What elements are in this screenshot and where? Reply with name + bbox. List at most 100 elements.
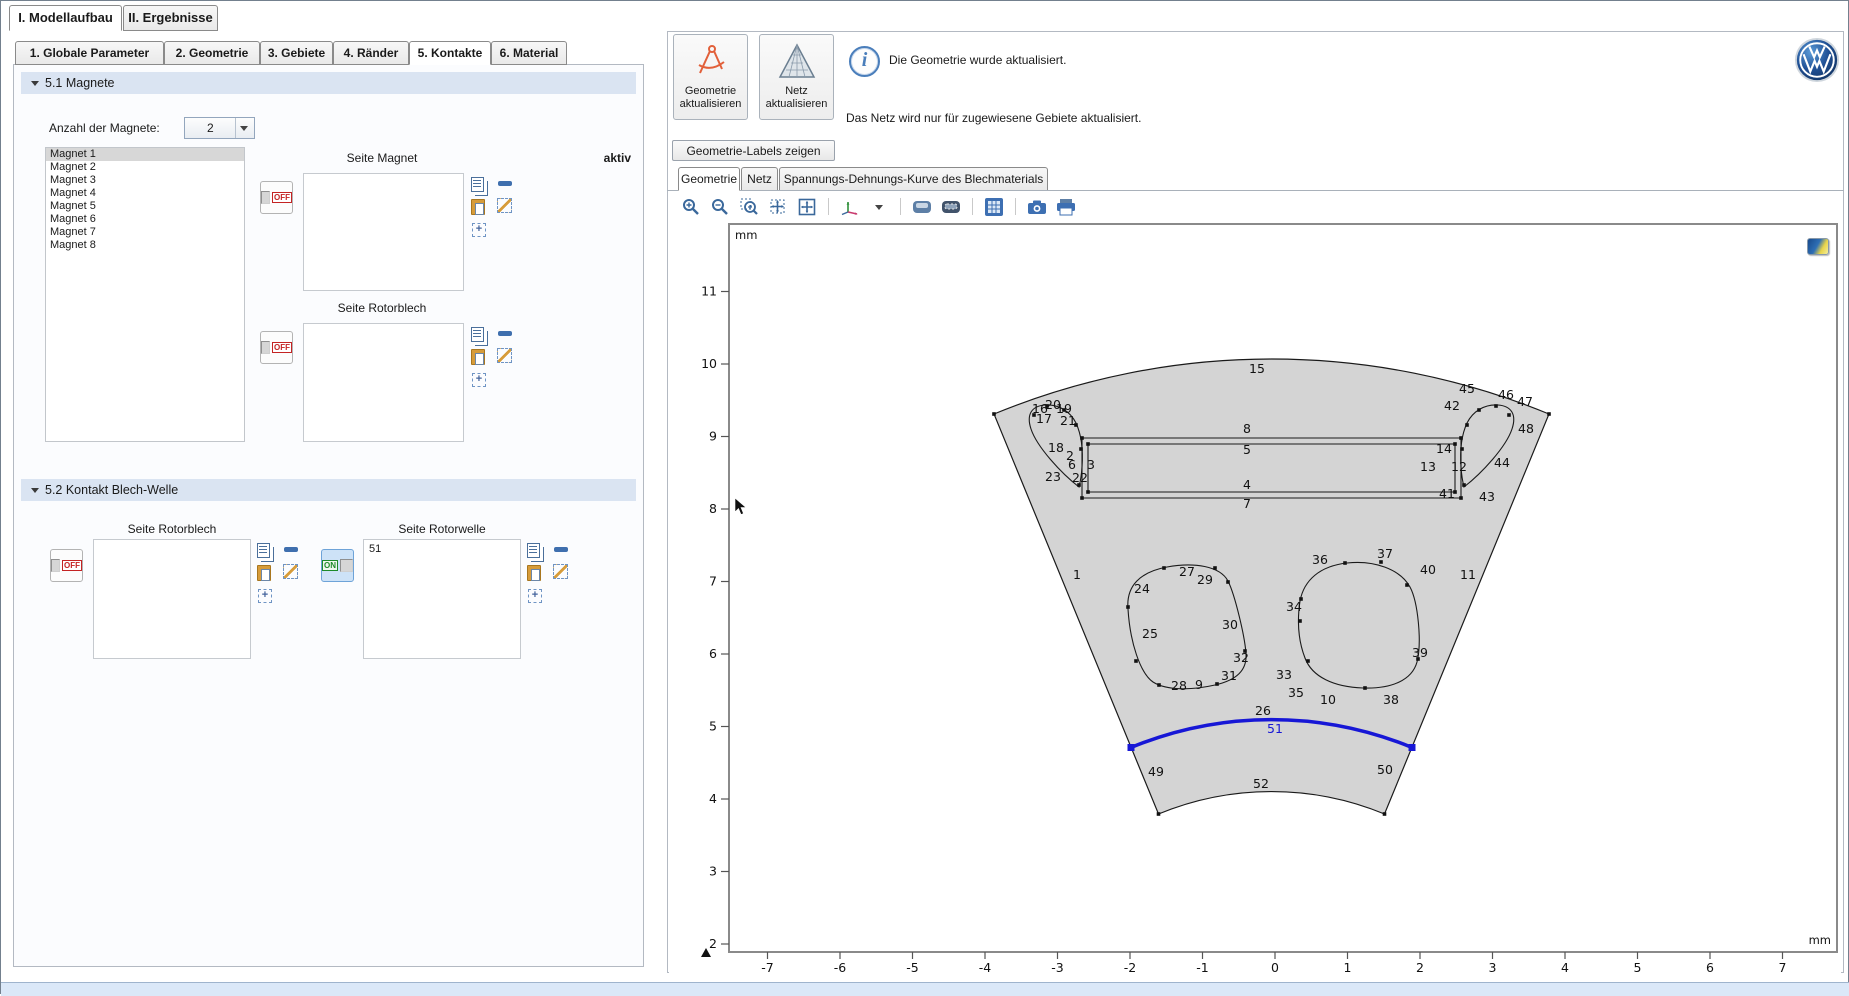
- section-header-magnete[interactable]: 5.1 Magnete: [21, 72, 636, 94]
- kontakt-rotorblech-toggle[interactable]: OFF: [50, 549, 83, 582]
- main-tab-i-modellaufbau[interactable]: I. Modellaufbau: [9, 5, 122, 31]
- seite-rotorblech-selection-list[interactable]: [303, 323, 464, 442]
- edge-label: 9: [1195, 677, 1203, 692]
- vertex-marker: [1162, 566, 1166, 570]
- zoom-to-selection-icon[interactable]: +: [258, 589, 272, 603]
- fit-view-icon[interactable]: [797, 197, 817, 217]
- graphics-tab-netz[interactable]: Netz: [741, 167, 778, 191]
- y-tick-label: 9: [709, 429, 717, 444]
- edge-label: 10: [1320, 692, 1336, 707]
- clear-selection-icon[interactable]: [283, 564, 298, 579]
- seite-rotorblech-label: Seite Rotorblech: [301, 301, 463, 315]
- remove-selection-icon[interactable]: [284, 547, 298, 552]
- paste-selection-icon[interactable]: [471, 349, 485, 365]
- magnet-list-item[interactable]: Magnet 6: [46, 213, 244, 226]
- remove-selection-icon[interactable]: [498, 331, 512, 336]
- edge-label: 3: [1087, 457, 1095, 472]
- magnet-list-item[interactable]: Magnet 5: [46, 200, 244, 213]
- seite-magnet-selection-list[interactable]: [303, 173, 464, 291]
- unit-label-x: mm: [1809, 933, 1831, 947]
- graphics-canvas[interactable]: 1545464742481620191721182632322854714131…: [669, 221, 1841, 973]
- update-geometry-button[interactable]: Geometrie aktualisieren: [673, 34, 748, 120]
- collapse-triangle-icon[interactable]: [31, 488, 39, 493]
- magnet-list-item[interactable]: Magnet 1: [46, 148, 244, 161]
- magnet-list-item[interactable]: Magnet 4: [46, 187, 244, 200]
- geometry-plot[interactable]: 1545464742481620191721182632322854714131…: [669, 221, 1841, 973]
- main-tab-ii-ergebnisse[interactable]: II. Ergebnisse: [123, 5, 218, 31]
- x-tick-label: 7: [1779, 960, 1787, 973]
- remove-selection-icon[interactable]: [554, 547, 568, 552]
- update-mesh-button[interactable]: Netz aktualisieren: [759, 34, 834, 120]
- toggle-state-label: OFF: [272, 342, 292, 353]
- grid-icon[interactable]: [984, 197, 1004, 217]
- paste-selection-icon[interactable]: [527, 565, 541, 581]
- colormap-icon[interactable]: [1807, 238, 1829, 255]
- edge-label: 12: [1451, 459, 1467, 474]
- graphics-tab-geometrie[interactable]: Geometrie: [678, 167, 740, 191]
- edge-label: 31: [1221, 668, 1237, 683]
- toolbar-separator: [900, 198, 901, 215]
- copy-selection-icon[interactable]: [471, 177, 484, 192]
- tab-5-kontakte[interactable]: 5. Kontakte: [409, 41, 491, 65]
- toolbar-separator: [828, 198, 829, 215]
- magnet-list-item[interactable]: Magnet 8: [46, 239, 244, 252]
- zoom-to-selection-icon[interactable]: +: [472, 223, 486, 237]
- tab-4-r-nder[interactable]: 4. Ränder: [333, 41, 409, 65]
- edge-label: 46: [1498, 387, 1514, 402]
- copy-selection-icon[interactable]: [257, 543, 270, 558]
- y-tick-label: 10: [701, 356, 717, 371]
- tab-2-geometrie[interactable]: 2. Geometrie: [164, 41, 260, 65]
- kontakt-rotorblech-label: Seite Rotorblech: [93, 522, 251, 536]
- zoom-out-icon[interactable]: [710, 197, 730, 217]
- magnet-list-item[interactable]: Magnet 2: [46, 161, 244, 174]
- button-label: Geometrie aktualisieren: [680, 85, 742, 110]
- tab-1-globale-parameter[interactable]: 1. Globale Parameter: [15, 41, 164, 65]
- show-geometry-labels-button[interactable]: Geometrie-Labels zeigen: [672, 140, 835, 161]
- edge-label: 35: [1288, 685, 1304, 700]
- snapshot-camera-icon[interactable]: [1027, 197, 1047, 217]
- copy-selection-icon[interactable]: [527, 543, 540, 558]
- clear-selection-icon[interactable]: [553, 564, 568, 579]
- view-orientation-icon[interactable]: [840, 197, 860, 217]
- zoom-in-icon[interactable]: [681, 197, 701, 217]
- copy-selection-icon[interactable]: [471, 327, 484, 342]
- magnet-count-select[interactable]: 2: [184, 117, 255, 139]
- zoom-to-selection-icon[interactable]: +: [528, 589, 542, 603]
- kontakt-rotorwelle-selection-list[interactable]: 51: [363, 539, 521, 659]
- zoom-extents-icon[interactable]: [768, 197, 788, 217]
- zoom-to-selection-icon[interactable]: +: [472, 373, 486, 387]
- magnet-list[interactable]: Magnet 1Magnet 2Magnet 3Magnet 4Magnet 5…: [45, 147, 245, 442]
- clear-selection-icon[interactable]: [497, 348, 512, 363]
- vertex-marker: [1126, 605, 1130, 609]
- edge-label: 25: [1142, 626, 1158, 641]
- dropdown-caret-icon[interactable]: [869, 197, 889, 217]
- vertex-marker: [1080, 436, 1084, 440]
- scene-image-dark-icon[interactable]: [941, 197, 961, 217]
- remove-selection-icon[interactable]: [498, 181, 512, 186]
- tab-3-gebiete[interactable]: 3. Gebiete: [260, 41, 333, 65]
- section-header-kontakt[interactable]: 5.2 Kontakt Blech-Welle: [21, 479, 636, 501]
- vertex-marker: [1157, 812, 1161, 816]
- graphics-tab-spannungs-dehnungs-kurve-des-blechmaterials[interactable]: Spannungs-Dehnungs-Kurve des Blechmateri…: [779, 167, 1048, 191]
- edge-label: 24: [1134, 581, 1150, 596]
- kontakt-rotorwelle-toggle[interactable]: ON: [321, 549, 354, 582]
- y-tick-label: 11: [701, 284, 717, 299]
- clear-selection-icon[interactable]: [497, 198, 512, 213]
- edge-label: 23: [1045, 469, 1061, 484]
- magnet-list-item[interactable]: Magnet 3: [46, 174, 244, 187]
- seite-rotorblech-toggle[interactable]: OFF: [260, 331, 293, 364]
- vertex-marker: [1363, 686, 1367, 690]
- magnet-list-item[interactable]: Magnet 7: [46, 226, 244, 239]
- vertex-marker: [1453, 442, 1457, 446]
- print-icon[interactable]: [1056, 197, 1076, 217]
- paste-selection-icon[interactable]: [471, 199, 485, 215]
- toggle-square: [261, 341, 270, 354]
- scene-image-icon[interactable]: [912, 197, 932, 217]
- vertex-marker: [1459, 436, 1463, 440]
- tab-6-material[interactable]: 6. Material: [491, 41, 567, 65]
- seite-magnet-toggle[interactable]: OFF: [260, 181, 293, 214]
- paste-selection-icon[interactable]: [257, 565, 271, 581]
- collapse-triangle-icon[interactable]: [31, 81, 39, 86]
- kontakt-rotorblech-selection-list[interactable]: [93, 539, 251, 659]
- zoom-box-icon[interactable]: [739, 197, 759, 217]
